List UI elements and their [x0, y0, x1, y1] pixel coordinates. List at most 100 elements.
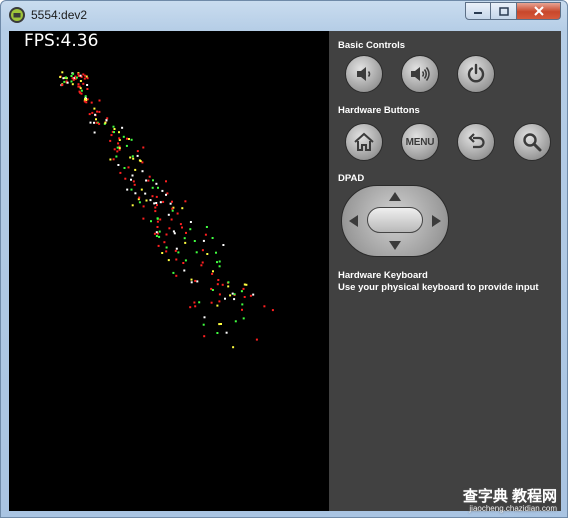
particle [134, 192, 137, 195]
menu-button[interactable]: MENU [401, 123, 439, 161]
particle [216, 283, 219, 286]
particle [117, 164, 120, 166]
particle [241, 303, 244, 306]
particle [242, 317, 245, 320]
particle [116, 150, 119, 153]
particle [124, 177, 127, 180]
particle [157, 186, 159, 189]
particle [79, 87, 82, 90]
hardware-buttons-label: Hardware Buttons [338, 105, 420, 116]
dpad-up-arrow[interactable] [387, 189, 403, 203]
particle [175, 258, 178, 261]
particle [122, 135, 125, 138]
particle [119, 171, 122, 174]
dpad-left-arrow[interactable] [345, 214, 361, 228]
particle [204, 233, 207, 236]
minimize-button[interactable] [465, 2, 491, 20]
particle [118, 147, 121, 150]
back-button[interactable] [457, 123, 495, 161]
particle [61, 84, 64, 86]
dpad-center-button[interactable] [367, 207, 423, 233]
particle [271, 309, 274, 312]
particle [77, 83, 80, 86]
volume-up-button[interactable] [401, 55, 439, 93]
particle [151, 195, 154, 198]
particle [155, 202, 158, 204]
particle [155, 195, 158, 198]
particle [212, 270, 214, 273]
particle [152, 179, 154, 182]
particle [59, 76, 62, 78]
close-button[interactable] [517, 2, 561, 20]
android-app-icon [9, 7, 25, 23]
particle [121, 126, 124, 129]
particle [183, 237, 186, 240]
particle [181, 207, 184, 210]
particle [61, 71, 64, 74]
particle [142, 146, 145, 149]
particle [165, 250, 168, 253]
search-button[interactable] [513, 123, 551, 161]
particle [218, 323, 221, 326]
particle [132, 180, 135, 183]
home-button[interactable] [345, 123, 383, 161]
particle [63, 80, 66, 83]
particle [145, 199, 148, 202]
particle [203, 335, 206, 338]
volume-down-button[interactable] [345, 55, 383, 93]
particle [110, 134, 113, 137]
particle [83, 77, 86, 80]
particle [96, 110, 99, 113]
particle [175, 274, 178, 277]
power-button[interactable] [457, 55, 495, 93]
particle [151, 186, 154, 189]
particle [263, 305, 266, 308]
particle [243, 296, 246, 298]
dpad [341, 185, 449, 257]
particle [93, 121, 95, 124]
particle [140, 188, 143, 191]
particle [220, 323, 222, 325]
particle [162, 200, 165, 203]
particle [165, 246, 168, 249]
dpad-down-arrow[interactable] [387, 239, 403, 253]
particle [130, 138, 133, 141]
particle [200, 264, 203, 267]
particle [216, 332, 219, 334]
particle [156, 220, 159, 223]
particle [165, 233, 168, 236]
title-bar[interactable]: 5554:dev2 [1, 1, 567, 29]
particle [203, 316, 206, 319]
particle [249, 294, 252, 297]
dpad-right-arrow[interactable] [429, 214, 445, 228]
particle [128, 138, 130, 140]
volume-up-icon [411, 67, 430, 81]
watermark-sub: jiaocheng.chazidian.com [469, 504, 557, 513]
particle [62, 77, 65, 80]
emulator-screen[interactable]: FPS:4.36 [9, 31, 329, 511]
particle [159, 218, 162, 221]
particle [77, 85, 80, 88]
particle [113, 148, 116, 151]
particle [177, 251, 180, 254]
particle [80, 89, 83, 92]
maximize-button[interactable] [491, 2, 517, 20]
particle [113, 128, 116, 130]
particle [169, 202, 172, 205]
particle [242, 287, 245, 290]
particle [227, 285, 230, 288]
particle [189, 221, 192, 223]
particle [65, 76, 67, 79]
particle [90, 101, 93, 104]
particle [161, 252, 164, 254]
particle [149, 199, 152, 202]
particle [154, 206, 157, 209]
particle-field [59, 71, 274, 349]
particle [82, 73, 85, 76]
particle [233, 293, 236, 296]
particle [138, 201, 141, 204]
particle [70, 80, 73, 83]
dpad-label: DPAD [338, 173, 365, 184]
particle [193, 240, 196, 242]
particle [112, 125, 115, 128]
